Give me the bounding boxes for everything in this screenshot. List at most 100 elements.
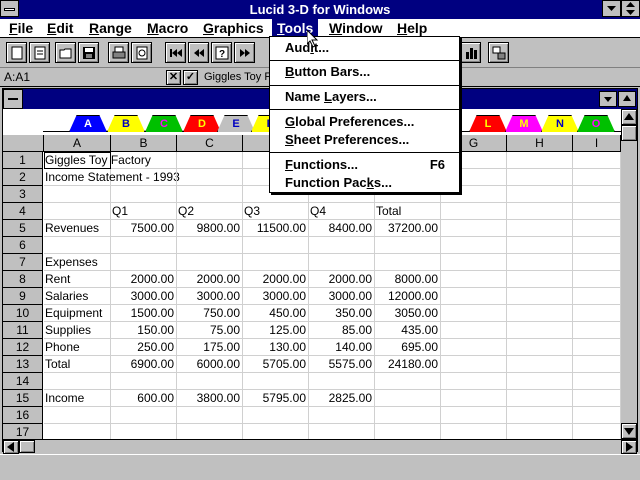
- table-cell[interactable]: Income: [44, 390, 111, 407]
- first-sheet-button[interactable]: [165, 42, 186, 63]
- table-cell[interactable]: Equipment: [44, 305, 111, 322]
- menu-file[interactable]: File: [4, 19, 38, 37]
- table-cell[interactable]: [573, 152, 621, 169]
- table-cell[interactable]: [573, 390, 621, 407]
- table-cell[interactable]: [507, 305, 573, 322]
- column-header-i[interactable]: I: [573, 135, 621, 152]
- sheet-tab-e[interactable]: E: [217, 115, 255, 132]
- table-cell[interactable]: [309, 373, 375, 390]
- table-cell[interactable]: [573, 288, 621, 305]
- table-cell[interactable]: 3000.00: [309, 288, 375, 305]
- table-cell[interactable]: 130.00: [243, 339, 309, 356]
- table-cell[interactable]: [177, 169, 243, 186]
- row-header[interactable]: 15: [3, 390, 43, 407]
- table-cell[interactable]: [44, 407, 111, 424]
- table-cell[interactable]: 600.00: [111, 390, 177, 407]
- menu-item-function-packs[interactable]: Function Packs...: [270, 174, 459, 192]
- vertical-scroll-thumb[interactable]: [621, 125, 637, 141]
- table-cell[interactable]: [507, 203, 573, 220]
- table-cell[interactable]: [507, 220, 573, 237]
- table-cell[interactable]: [44, 237, 111, 254]
- row-header[interactable]: 10: [3, 305, 43, 322]
- table-cell[interactable]: Total: [375, 203, 441, 220]
- sheet-tab-m[interactable]: M: [505, 115, 543, 132]
- table-cell[interactable]: [111, 373, 177, 390]
- table-cell[interactable]: [177, 237, 243, 254]
- table-cell[interactable]: [573, 186, 621, 203]
- table-cell[interactable]: [177, 186, 243, 203]
- table-cell[interactable]: 11500.00: [243, 220, 309, 237]
- table-cell[interactable]: 250.00: [111, 339, 177, 356]
- table-cell[interactable]: 3000.00: [111, 288, 177, 305]
- table-cell[interactable]: 6000.00: [177, 356, 243, 373]
- row-header[interactable]: 8: [3, 271, 43, 288]
- table-cell[interactable]: 9800.00: [177, 220, 243, 237]
- restore-button[interactable]: [621, 0, 640, 17]
- table-cell[interactable]: [507, 186, 573, 203]
- table-cell[interactable]: 2000.00: [111, 271, 177, 288]
- vertical-scrollbar[interactable]: [621, 109, 637, 439]
- table-cell[interactable]: [573, 322, 621, 339]
- table-cell[interactable]: [243, 407, 309, 424]
- column-header-h[interactable]: H: [507, 135, 573, 152]
- table-cell[interactable]: [507, 322, 573, 339]
- table-cell[interactable]: 1500.00: [111, 305, 177, 322]
- table-cell[interactable]: [573, 407, 621, 424]
- table-cell[interactable]: [375, 237, 441, 254]
- select-all-corner[interactable]: [3, 135, 44, 152]
- horizontal-scrollbar[interactable]: [3, 439, 637, 454]
- table-cell[interactable]: [573, 356, 621, 373]
- table-cell[interactable]: [44, 373, 111, 390]
- table-cell[interactable]: 450.00: [243, 305, 309, 322]
- scroll-right-button[interactable]: [621, 440, 637, 454]
- sheet-tab-d[interactable]: D: [183, 115, 221, 132]
- table-cell[interactable]: Total: [44, 356, 111, 373]
- table-cell[interactable]: [441, 237, 507, 254]
- table-cell[interactable]: [573, 339, 621, 356]
- table-cell[interactable]: [441, 356, 507, 373]
- table-cell[interactable]: Q1: [111, 203, 177, 220]
- document-system-menu[interactable]: [3, 89, 23, 109]
- table-cell[interactable]: 6900.00: [111, 356, 177, 373]
- table-cell[interactable]: 3050.00: [375, 305, 441, 322]
- table-cell[interactable]: [441, 254, 507, 271]
- table-cell[interactable]: [375, 407, 441, 424]
- table-cell[interactable]: [507, 288, 573, 305]
- table-cell[interactable]: 2825.00: [309, 390, 375, 407]
- system-menu-button[interactable]: [0, 0, 19, 17]
- table-cell[interactable]: Revenues: [44, 220, 111, 237]
- print-preview-button[interactable]: [131, 42, 152, 63]
- table-cell[interactable]: [111, 152, 177, 169]
- menu-item-audit[interactable]: Audit...: [270, 39, 459, 57]
- table-cell[interactable]: [177, 373, 243, 390]
- table-cell[interactable]: [375, 390, 441, 407]
- table-cell[interactable]: [44, 186, 111, 203]
- table-cell[interactable]: [177, 254, 243, 271]
- document-minimize-button[interactable]: [599, 91, 617, 107]
- table-cell[interactable]: [441, 373, 507, 390]
- document-maximize-button[interactable]: [618, 91, 636, 107]
- table-cell[interactable]: [243, 237, 309, 254]
- previous-sheet-button[interactable]: [188, 42, 209, 63]
- table-cell[interactable]: 8000.00: [375, 271, 441, 288]
- table-cell[interactable]: [573, 271, 621, 288]
- table-cell[interactable]: [375, 254, 441, 271]
- sheet-tab-c[interactable]: C: [145, 115, 183, 132]
- row-header[interactable]: 1: [3, 152, 43, 169]
- table-cell[interactable]: 3800.00: [177, 390, 243, 407]
- horizontal-scroll-thumb[interactable]: [19, 440, 35, 453]
- app-title-bar[interactable]: Lucid 3-D for Windows: [0, 0, 640, 19]
- table-cell[interactable]: 350.00: [309, 305, 375, 322]
- settings-button[interactable]: [488, 42, 509, 63]
- row-header[interactable]: 7: [3, 254, 43, 271]
- table-cell[interactable]: [441, 305, 507, 322]
- table-cell[interactable]: 750.00: [177, 305, 243, 322]
- table-cell[interactable]: [573, 254, 621, 271]
- table-cell[interactable]: Supplies: [44, 322, 111, 339]
- table-cell[interactable]: Q2: [177, 203, 243, 220]
- save-button[interactable]: [78, 42, 99, 63]
- column-header-b[interactable]: B: [111, 135, 177, 152]
- sheet-tab-n[interactable]: N: [541, 115, 579, 132]
- scroll-up-button[interactable]: [621, 109, 637, 125]
- table-cell[interactable]: [573, 305, 621, 322]
